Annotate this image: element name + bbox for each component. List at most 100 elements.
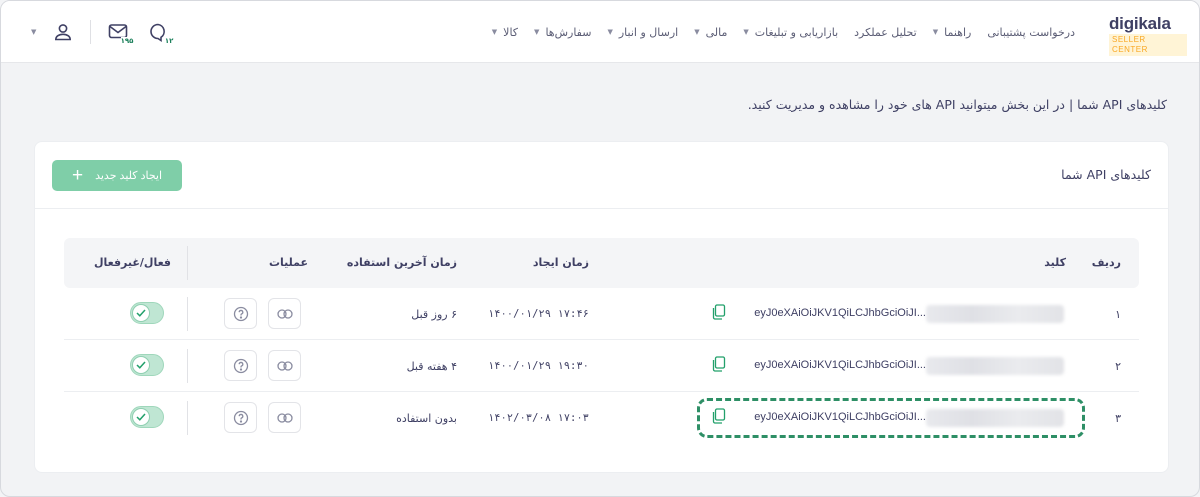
nav-item-analytics[interactable]: تحلیل عملکرد xyxy=(854,26,917,39)
last-used-time: بدون استفاده xyxy=(396,412,457,425)
link-icon xyxy=(276,412,293,423)
question-icon xyxy=(233,358,248,373)
api-key-cell: eyJ0eXAiOiJKV1QiLCJhbGciOiJI... xyxy=(712,407,1064,429)
logo-brand: digikala xyxy=(1109,14,1171,33)
table-row: ۱ eyJ0eXAiOiJKV1QiLCJhbGciOiJI... ۱۷:۴۶ … xyxy=(64,288,1139,340)
question-icon xyxy=(233,306,248,321)
chevron-down-icon: ▼ xyxy=(743,28,749,36)
api-key-text: eyJ0eXAiOiJKV1QiLCJhbGciOiJI... xyxy=(754,411,926,423)
row-index: ۲ xyxy=(1115,360,1121,373)
nav-label: بازاریابی و تبلیغات xyxy=(754,25,839,39)
key-masked-blur xyxy=(926,305,1064,323)
nav-label: راهنما xyxy=(944,25,972,39)
nav-item-orders[interactable]: سفارش‌ها ▼ xyxy=(534,26,591,39)
created-time: ۱۷:۴۶ ۱۴۰۰/۰۱/۲۹ xyxy=(487,308,589,320)
api-key-text: eyJ0eXAiOiJKV1QiLCJhbGciOiJI... xyxy=(754,307,926,319)
nav-item-help[interactable]: راهنما ▼ xyxy=(933,26,972,39)
active-toggle[interactable] xyxy=(130,406,164,428)
nav-label: ارسال و انبار xyxy=(618,25,679,39)
nav-item-products[interactable]: کالا ▼ xyxy=(492,26,518,39)
nav-label: تحلیل عملکرد xyxy=(854,25,917,39)
user-menu-caret-icon[interactable]: ▼ xyxy=(31,28,36,36)
link-button[interactable] xyxy=(268,402,301,433)
nav-label: کالا xyxy=(503,25,519,39)
last-used-time: ۴ هفته قبل xyxy=(406,360,457,373)
nav-label: درخواست پشتیبانی xyxy=(987,25,1075,39)
top-header: digikala SELLER CENTER کالا ▼ سفارش‌ها ▼ ا… xyxy=(1,1,1199,63)
column-header-key: کلید xyxy=(1044,256,1066,269)
column-divider xyxy=(187,401,188,435)
key-masked-blur xyxy=(926,409,1064,427)
column-header-operations: عملیات xyxy=(268,256,308,269)
plus-icon: + xyxy=(71,165,84,186)
question-icon xyxy=(233,410,248,425)
last-used-time: ۶ روز قبل xyxy=(411,308,457,321)
support-chat-icon[interactable]: ۱۲ xyxy=(145,19,174,45)
link-icon xyxy=(276,308,293,319)
header-divider xyxy=(90,20,92,44)
create-key-label: ایجاد کلید جدید xyxy=(95,170,163,182)
app-frame: digikala SELLER CENTER کالا ▼ سفارش‌ها ▼ ا… xyxy=(0,0,1200,497)
help-button[interactable] xyxy=(224,402,257,433)
api-keys-table: ردیف کلید زمان ایجاد زمان آخرین استفاده … xyxy=(64,238,1139,444)
active-toggle[interactable] xyxy=(130,354,164,376)
api-keys-card: کلیدهای API شما ایجاد کلید جدید + ردیف ک… xyxy=(34,141,1169,473)
messages-icon[interactable]: ۱۹۵ xyxy=(105,19,134,45)
api-key-cell: eyJ0eXAiOiJKV1QiLCJhbGciOiJI... xyxy=(712,303,1064,325)
table-row: ۲ eyJ0eXAiOiJKV1QiLCJhbGciOiJI... ۱۹:۳۰ … xyxy=(64,340,1139,392)
chevron-down-icon: ▼ xyxy=(932,28,939,36)
copy-icon[interactable] xyxy=(712,408,728,426)
active-toggle[interactable] xyxy=(130,302,164,324)
main-nav: کالا ▼ سفارش‌ها ▼ ارسال و انبار ▼ مالی ▼ باز… xyxy=(492,1,1075,63)
user-icon[interactable] xyxy=(50,19,76,45)
nav-item-marketing[interactable]: بازاریابی و تبلیغات ▼ xyxy=(743,26,838,39)
link-button[interactable] xyxy=(268,298,301,329)
link-icon xyxy=(276,360,293,371)
check-icon xyxy=(136,413,146,421)
support-badge: ۱۲ xyxy=(164,37,174,45)
link-button[interactable] xyxy=(268,350,301,381)
created-time: ۱۹:۳۰ ۱۴۰۰/۰۱/۲۹ xyxy=(487,360,589,372)
nav-item-support-request[interactable]: درخواست پشتیبانی xyxy=(987,26,1075,39)
nav-label: سفارش‌ها xyxy=(545,25,592,39)
copy-icon[interactable] xyxy=(712,304,728,322)
toggle-knob xyxy=(132,356,150,374)
nav-item-finance[interactable]: مالی ▼ xyxy=(694,26,727,39)
card-header: کلیدهای API شما ایجاد کلید جدید + xyxy=(35,142,1168,209)
api-key-cell: eyJ0eXAiOiJKV1QiLCJhbGciOiJI... xyxy=(712,355,1064,377)
logo-subtitle: SELLER CENTER xyxy=(1109,34,1187,56)
check-icon xyxy=(136,309,146,317)
create-key-button[interactable]: ایجاد کلید جدید + xyxy=(52,160,182,191)
toggle-knob xyxy=(132,408,150,426)
copy-icon[interactable] xyxy=(712,356,728,374)
chevron-down-icon: ▼ xyxy=(534,28,540,36)
check-icon xyxy=(136,361,146,369)
api-key-text: eyJ0eXAiOiJKV1QiLCJhbGciOiJI... xyxy=(754,359,926,371)
help-button[interactable] xyxy=(224,298,257,329)
column-header-last-used: زمان آخرین استفاده xyxy=(346,256,457,269)
chevron-down-icon: ▼ xyxy=(491,28,498,36)
column-header-active: فعال/غیرفعال xyxy=(93,256,171,269)
created-time: ۱۷:۰۳ ۱۴۰۲/۰۳/۰۸ xyxy=(487,412,589,424)
card-title: کلیدهای API شما xyxy=(1061,167,1151,182)
row-index: ۱ xyxy=(1115,308,1121,321)
header-actions: ▼ ۱۹۵ ۱۲ xyxy=(31,19,174,45)
messages-badge: ۱۹۵ xyxy=(120,37,134,45)
column-divider xyxy=(187,297,188,331)
nav-label: مالی xyxy=(705,25,728,39)
nav-item-shipping[interactable]: ارسال و انبار ▼ xyxy=(607,26,678,39)
column-header-row: ردیف xyxy=(1091,256,1121,269)
toggle-knob xyxy=(132,304,150,322)
header-divider xyxy=(187,246,188,280)
column-divider xyxy=(187,349,188,383)
table-header: ردیف کلید زمان ایجاد زمان آخرین استفاده … xyxy=(64,238,1139,288)
row-index: ۳ xyxy=(1115,412,1121,425)
digikala-logo[interactable]: digikala SELLER CENTER xyxy=(1109,14,1187,56)
chevron-down-icon: ▼ xyxy=(607,28,613,36)
table-row: ۳ eyJ0eXAiOiJKV1QiLCJhbGciOiJI... ۱۷:۰۳ … xyxy=(64,392,1139,444)
chevron-down-icon: ▼ xyxy=(694,28,700,36)
column-header-created: زمان ایجاد xyxy=(532,256,589,269)
help-button[interactable] xyxy=(224,350,257,381)
page-intro-text: کلیدهای API شما | در این بخش میتوانید AP… xyxy=(747,97,1167,112)
key-masked-blur xyxy=(926,357,1064,375)
